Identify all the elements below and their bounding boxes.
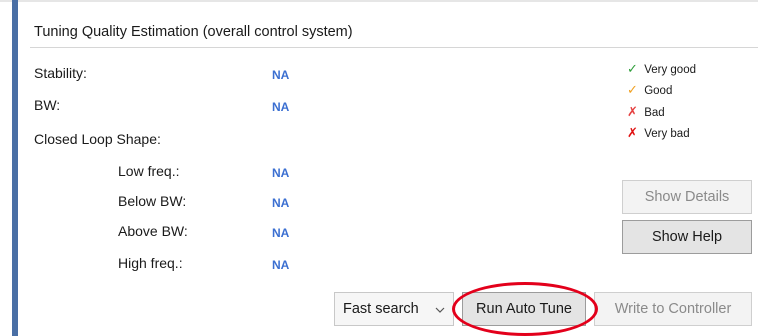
title-divider [30, 47, 758, 48]
legend-label: Good [644, 85, 673, 97]
show-help-button[interactable]: Show Help [622, 220, 752, 254]
closed-loop-shape-label: Closed Loop Shape: [34, 131, 161, 147]
legend-very-good: ✓ Very good [627, 61, 696, 77]
above-bw-value: NA [272, 226, 290, 240]
legend-label: Bad [644, 107, 665, 119]
low-freq-label: Low freq.: [118, 163, 180, 179]
stability-value: NA [272, 68, 290, 82]
run-auto-tune-button[interactable]: Run Auto Tune [462, 292, 586, 326]
check-icon: ✓ [627, 82, 638, 97]
legend-label: Very bad [644, 128, 690, 140]
bw-value: NA [272, 100, 290, 114]
legend-very-bad: ✗ Very bad [627, 125, 690, 141]
legend-bad: ✗ Bad [627, 104, 665, 120]
below-bw-value: NA [272, 196, 290, 210]
above-bw-label: Above BW: [118, 223, 188, 239]
bw-label: BW: [34, 97, 61, 113]
tuning-quality-panel: Tuning Quality Estimation (overall contr… [0, 0, 758, 336]
write-to-controller-button[interactable]: Write to Controller [594, 292, 752, 326]
high-freq-label: High freq.: [118, 255, 183, 271]
search-mode-select[interactable]: Fast search [334, 292, 454, 326]
left-accent-bar [12, 0, 18, 336]
show-details-button[interactable]: Show Details [622, 180, 752, 214]
chevron-down-icon [435, 307, 445, 313]
cross-icon: ✗ [627, 104, 638, 119]
legend-good: ✓ Good [627, 82, 672, 98]
cross-icon: ✗ [627, 125, 638, 140]
stability-label: Stability: [34, 65, 87, 81]
panel-title: Tuning Quality Estimation (overall contr… [34, 24, 353, 40]
top-border [0, 0, 758, 2]
high-freq-value: NA [272, 258, 290, 272]
legend-label: Very good [644, 64, 696, 76]
check-icon: ✓ [627, 61, 638, 76]
search-mode-value: Fast search [343, 301, 419, 317]
below-bw-label: Below BW: [118, 193, 187, 209]
low-freq-value: NA [272, 166, 290, 180]
